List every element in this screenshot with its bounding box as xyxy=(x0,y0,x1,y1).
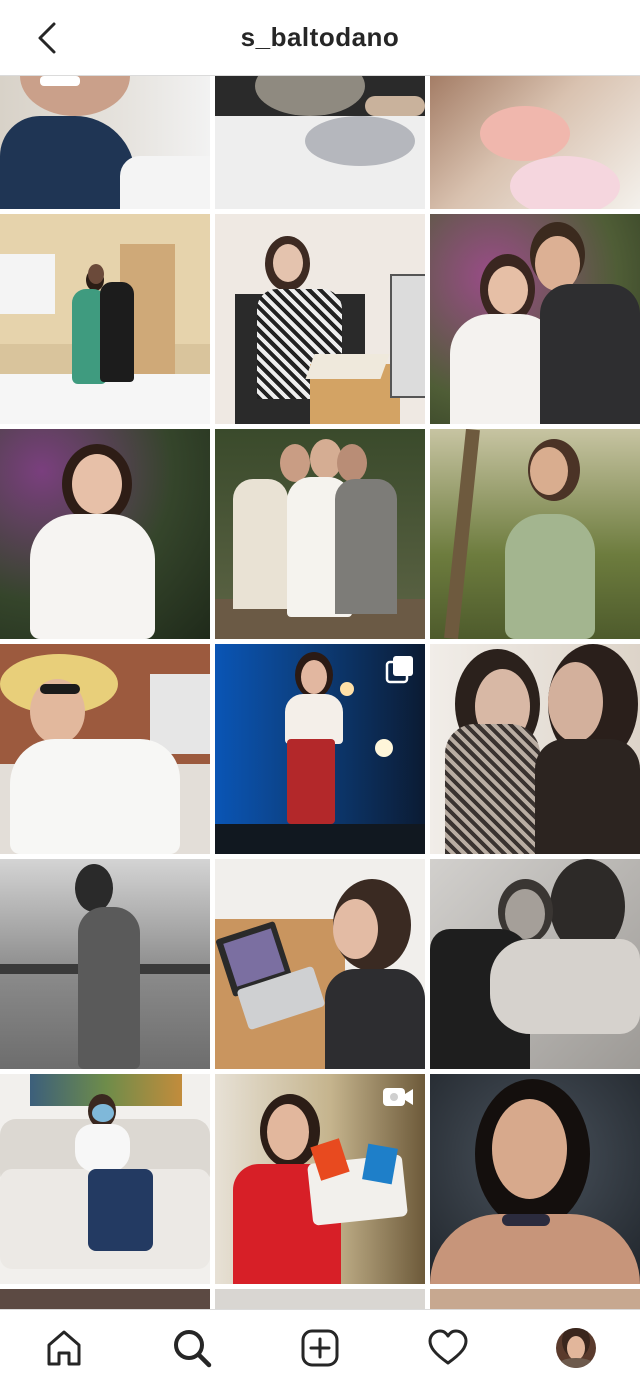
photo-young-woman-portrait xyxy=(430,1074,640,1284)
tab-search[interactable] xyxy=(168,1324,216,1372)
photo-woman-at-desk xyxy=(215,214,425,424)
photo-baby-hand xyxy=(430,76,640,209)
grid-photo-r4c1[interactable] xyxy=(0,644,210,854)
grid-photo-r1c2[interactable] xyxy=(215,76,425,209)
photo-pregnant-silhouette-window xyxy=(0,859,210,1069)
grid-photo-r7c2[interactable] xyxy=(215,1289,425,1309)
tab-new-post[interactable] xyxy=(296,1324,344,1372)
photo-woman-sofa-mask xyxy=(0,1074,210,1284)
grid-photo-r5c2[interactable] xyxy=(215,859,425,1069)
top-bar: s_baltodano xyxy=(0,0,640,76)
search-icon xyxy=(174,1330,212,1368)
photo-two-women-sepia xyxy=(430,644,640,854)
plus-square-icon xyxy=(301,1329,339,1367)
tab-home[interactable] xyxy=(40,1324,88,1372)
photo-woman-sun-hat xyxy=(0,644,210,854)
tab-profile[interactable] xyxy=(552,1324,600,1372)
grid-photo-r4c3[interactable] xyxy=(430,644,640,854)
profile-username-title: s_baltodano xyxy=(240,22,400,52)
grid-photo-r3c1[interactable] xyxy=(0,429,210,639)
explore-photo-grid xyxy=(0,76,640,1309)
grid-photo-r5c3[interactable] xyxy=(430,859,640,1069)
grid-photo-r5c1[interactable] xyxy=(0,859,210,1069)
grid-photo-r7c3[interactable] xyxy=(430,1289,640,1309)
profile-avatar xyxy=(556,1328,596,1368)
photo-baby-shoe-cat xyxy=(215,76,425,209)
grid-photo-r4c2[interactable] xyxy=(215,644,425,854)
bottom-tab-bar xyxy=(0,1309,640,1386)
grid-photo-r1c3[interactable] xyxy=(430,76,640,209)
video-icon xyxy=(383,1088,413,1106)
photo-woman-smiling xyxy=(0,76,210,209)
grid-photo-r2c2[interactable] xyxy=(215,214,425,424)
grid-photo-r1c1[interactable] xyxy=(0,76,210,209)
grid-photo-r6c1[interactable] xyxy=(0,1074,210,1284)
carousel-icon xyxy=(385,656,413,684)
photo-couple-kiss xyxy=(430,214,640,424)
grid-photo-r6c3[interactable] xyxy=(430,1074,640,1284)
heart-icon xyxy=(428,1329,468,1365)
photo-couple-hospital-room xyxy=(0,214,210,424)
photo-woman-laptop-video-call xyxy=(215,859,425,1069)
photo-three-women-bench xyxy=(215,429,425,639)
grid-photo-r2c3[interactable] xyxy=(430,214,640,424)
home-icon xyxy=(47,1330,81,1366)
grid-photo-r6c2[interactable] xyxy=(215,1074,425,1284)
photo-woman-white-dress-garden xyxy=(0,429,210,639)
carousel-badge xyxy=(385,654,415,689)
tab-activity[interactable] xyxy=(424,1324,472,1372)
video-badge xyxy=(381,1084,415,1115)
photo-couple-bw xyxy=(430,859,640,1069)
grid-photo-r3c2[interactable] xyxy=(215,429,425,639)
grid-photo-r7c1[interactable] xyxy=(0,1289,210,1309)
grid-photo-r3c3[interactable] xyxy=(430,429,640,639)
grid-photo-r2c1[interactable] xyxy=(0,214,210,424)
photo-pregnant-woman-forest xyxy=(430,429,640,639)
